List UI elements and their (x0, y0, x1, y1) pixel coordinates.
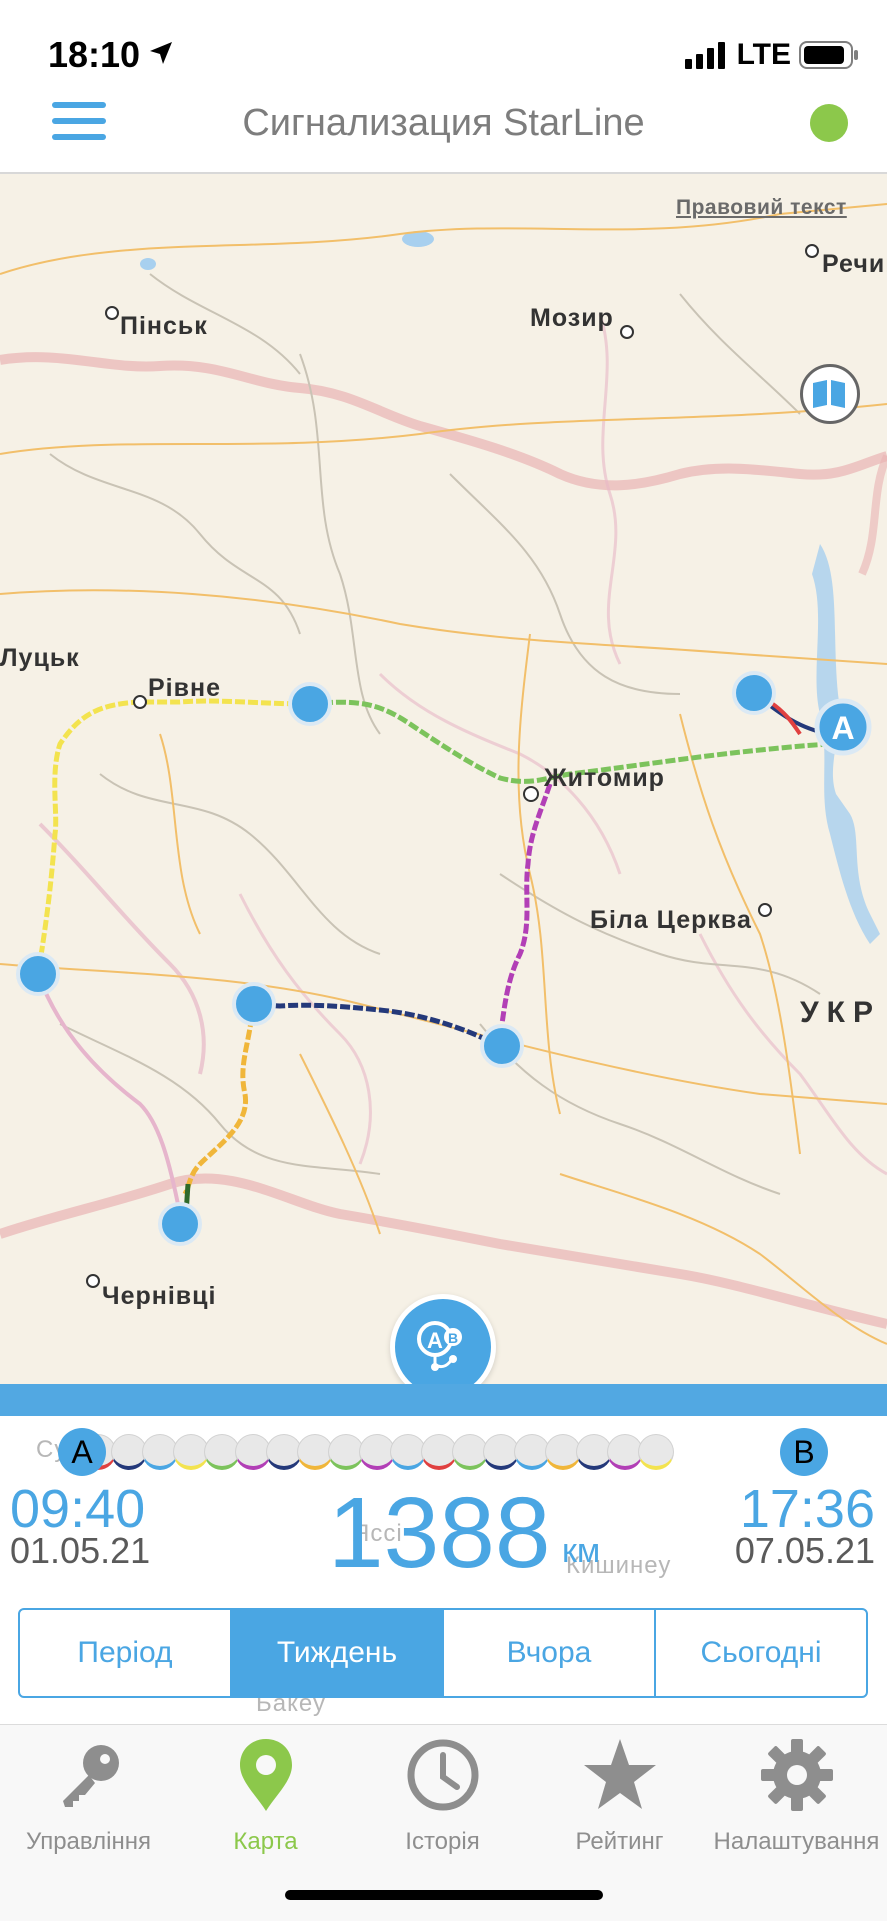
city-label: Житомир (544, 764, 665, 792)
city-label: Пінськ (120, 312, 208, 340)
period-button-period[interactable]: Період (20, 1610, 232, 1696)
map-legend-button[interactable] (800, 364, 860, 424)
gear-icon (760, 1739, 833, 1811)
key-icon (62, 1745, 119, 1807)
city-label: Чернівці (102, 1282, 217, 1310)
legal-link[interactable]: Правовий текст (676, 196, 847, 220)
nav-bar: Сигнализация StarLine (0, 100, 887, 174)
svg-text:A: A (427, 1328, 443, 1353)
svg-text:B: B (448, 1330, 458, 1346)
tab-rating[interactable]: Рейтинг (531, 1735, 708, 1856)
status-time: 18:10 (48, 34, 141, 75)
tab-map[interactable]: Карта (177, 1735, 354, 1856)
city-label: Луцьк (0, 644, 80, 672)
period-selector: Період Тиждень Вчора Сьогодні (18, 1608, 868, 1698)
period-button-yesterday[interactable]: Вчора (444, 1610, 656, 1696)
period-button-today[interactable]: Сьогодні (656, 1610, 866, 1696)
city-label: Речиц (822, 250, 887, 278)
home-indicator (285, 1890, 603, 1900)
network-type: LTE (736, 38, 791, 71)
trip-segments-track[interactable] (80, 1434, 810, 1478)
route-ab-icon: A B (417, 1321, 462, 1371)
book-map-icon (813, 380, 845, 408)
signal-icon (684, 42, 725, 69)
start-date: 01.05.21 (10, 1530, 151, 1571)
star-icon (583, 1739, 656, 1809)
location-arrow-icon (150, 42, 172, 64)
city-label: Біла Церква (590, 906, 752, 934)
battery-icon (799, 41, 858, 69)
tab-label: Управління (26, 1828, 151, 1855)
clock-icon (407, 1739, 478, 1811)
trip-segment[interactable] (638, 1434, 674, 1470)
tab-label: Рейтинг (575, 1828, 664, 1855)
tab-label: Карта (233, 1828, 298, 1855)
tab-label: Налаштування (713, 1828, 880, 1855)
distance-unit: км (562, 1532, 601, 1570)
period-button-week[interactable]: Тиждень (232, 1610, 444, 1696)
end-date: 07.05.21 (734, 1530, 875, 1571)
tab-control[interactable]: Управління (0, 1735, 177, 1856)
start-pin: A (58, 1428, 106, 1476)
connection-status-dot[interactable] (810, 104, 848, 142)
tab-label: Історія (405, 1828, 480, 1855)
svg-text:A: A (831, 710, 854, 746)
tab-settings[interactable]: Налаштування (708, 1735, 885, 1856)
end-pin: B (780, 1428, 828, 1476)
map-view[interactable]: A Правовий текст Пінськ Мозир Речиц Луць… (0, 174, 887, 1384)
status-bar: 18:10 LTE (0, 0, 887, 100)
city-label: Мозир (530, 304, 614, 332)
tab-history[interactable]: Історія (354, 1735, 531, 1856)
map-canvas: A (0, 203, 887, 1345)
map-pin-icon (239, 1739, 292, 1811)
city-label: Рівне (148, 674, 221, 702)
trip-distance: 1388 (328, 1477, 551, 1589)
app-title: Сигнализация StarLine (242, 102, 645, 144)
status-indicators: LTE (684, 38, 859, 72)
panel-top-bar (0, 1384, 887, 1416)
country-label: УКР (800, 996, 881, 1029)
